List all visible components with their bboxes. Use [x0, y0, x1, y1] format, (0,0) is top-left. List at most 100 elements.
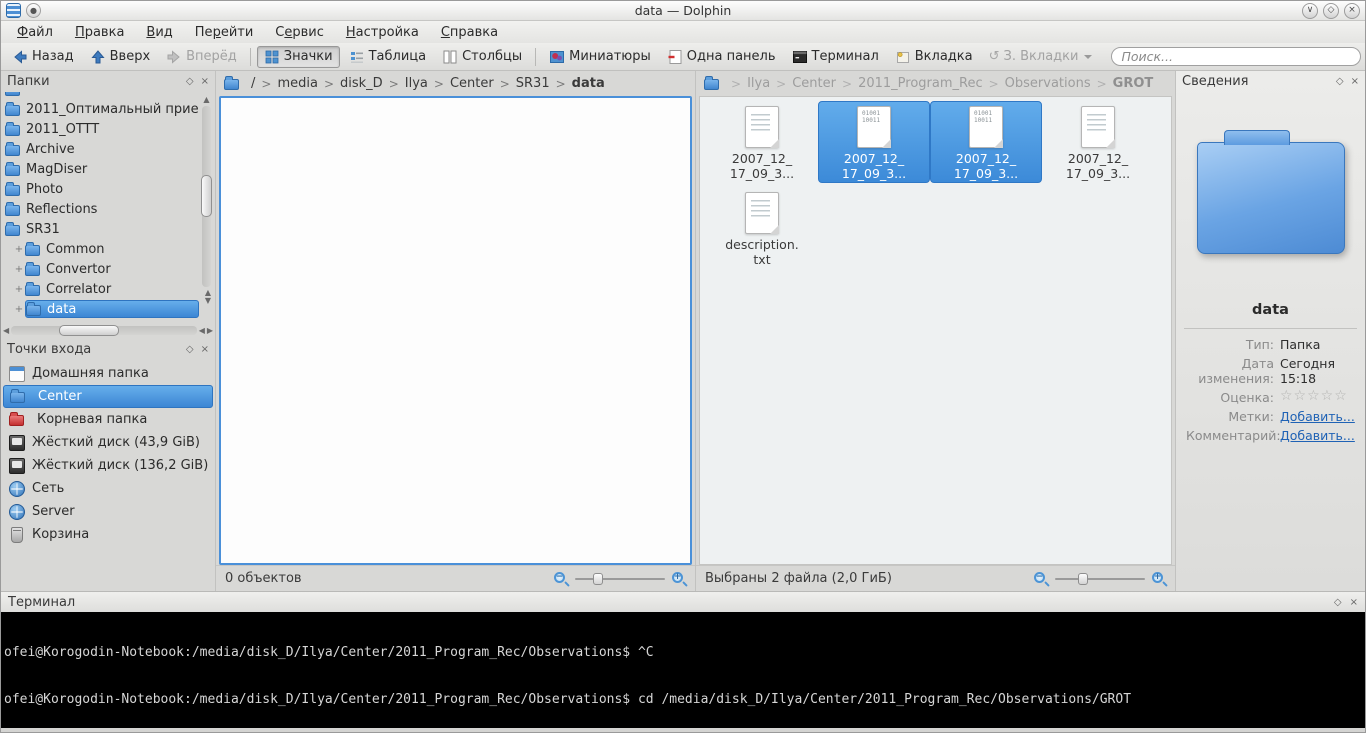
place-harddisk-1[interactable]: Жёсткий диск (43,9 GiB) — [3, 431, 213, 454]
rating-stars[interactable]: ☆☆☆☆☆ — [1280, 390, 1355, 405]
tree-row[interactable]: Reflections — [5, 199, 199, 219]
close-button[interactable]: × — [1344, 3, 1360, 19]
tree-row[interactable]: 2011_OTTT — [5, 119, 199, 139]
scrollbar-thumb[interactable] — [201, 175, 212, 217]
breadcrumb-current[interactable]: data — [572, 76, 605, 91]
close-panel-icon[interactable]: × — [1351, 76, 1359, 87]
place-harddisk-2[interactable]: Жёсткий диск (136,2 GiB) — [3, 454, 213, 477]
window-menu-button[interactable]: ● — [26, 3, 41, 18]
window-title: data — Dolphin — [126, 3, 1240, 18]
tree-row-selected[interactable]: +data — [5, 299, 199, 319]
breadcrumb-item[interactable]: disk_D — [340, 76, 383, 91]
tree-row[interactable]: MagDiser — [5, 159, 199, 179]
maximize-button[interactable]: ◇ — [1323, 3, 1339, 19]
place-root[interactable]: Корневая папка — [3, 408, 213, 431]
breadcrumb-item[interactable]: Observations — [1005, 76, 1091, 91]
folder-icon — [5, 185, 20, 196]
close-panel-icon[interactable]: × — [1350, 597, 1358, 608]
single-panel-button[interactable]: Одна панель — [660, 46, 783, 68]
breadcrumb-item[interactable]: media — [277, 76, 318, 91]
menu-file[interactable]: Файл — [7, 23, 63, 42]
folder-icon — [5, 92, 20, 96]
icons-view-icon — [264, 49, 280, 65]
zoom-out-icon[interactable]: − — [554, 572, 568, 586]
detach-panel-icon[interactable]: ◇ — [186, 76, 194, 87]
file-item-selected[interactable]: 01001 10011 2007_12_ 17_09_3... — [818, 101, 930, 183]
tree-row[interactable]: 2011_Оптимальный прием — [5, 99, 199, 119]
zoom-slider[interactable] — [575, 572, 665, 586]
breadcrumb-item[interactable]: Center — [450, 76, 494, 91]
scroll-up-icon[interactable]: ▲ — [203, 95, 209, 104]
search-input[interactable] — [1111, 47, 1361, 66]
detach-panel-icon[interactable]: ◇ — [186, 344, 194, 355]
scroll-right-icon[interactable]: ▶ — [207, 326, 213, 335]
table-view-button[interactable]: Таблица — [342, 46, 434, 68]
close-panel-icon[interactable]: × — [201, 76, 209, 87]
close-panel-icon[interactable]: × — [201, 344, 209, 355]
place-trash[interactable]: Корзина — [3, 523, 213, 546]
detach-panel-icon[interactable]: ◇ — [1336, 76, 1344, 87]
place-home[interactable]: Домашняя папка — [3, 362, 213, 385]
file-item[interactable]: 2007_12_ 17_09_3... — [1042, 101, 1154, 183]
zoom-slider[interactable] — [1055, 572, 1145, 586]
folders-vertical-scrollbar[interactable]: ▲ — [200, 95, 213, 289]
back-button[interactable]: Назад — [5, 46, 81, 68]
breadcrumb-item[interactable]: 2011_Program_Rec — [858, 76, 983, 91]
shade-button[interactable]: ∨ — [1302, 3, 1318, 19]
scroll-left-icon[interactable]: ◀ — [199, 326, 205, 335]
expander-icon[interactable]: + — [13, 264, 25, 275]
tree-row[interactable]: +Correlator — [5, 279, 199, 299]
place-network[interactable]: Сеть — [3, 477, 213, 500]
menu-settings[interactable]: Настройка — [336, 23, 429, 42]
expander-icon[interactable]: + — [13, 304, 25, 315]
breadcrumb-item[interactable]: / — [251, 76, 255, 91]
add-comment-link[interactable]: Добавить... — [1280, 428, 1355, 443]
file-item[interactable]: description. txt — [706, 187, 818, 269]
menu-view[interactable]: Вид — [136, 23, 182, 42]
right-folder-view[interactable]: 2007_12_ 17_09_3... 01001 10011 2007_12_… — [699, 96, 1172, 565]
scroll-left-icon[interactable]: ◀ — [3, 326, 9, 335]
tree-row[interactable]: SR31 — [5, 219, 199, 239]
terminal-button[interactable]: Терминал — [785, 46, 886, 68]
tree-row[interactable]: Archive — [5, 139, 199, 159]
breadcrumb-current[interactable]: GROT — [1113, 76, 1154, 91]
up-button[interactable]: Вверх — [83, 46, 158, 68]
icons-view-button[interactable]: Значки — [257, 46, 340, 68]
closed-tabs-button[interactable]: ↺ З. Вкладки — [982, 46, 1100, 67]
tree-row[interactable]: +Common — [5, 239, 199, 259]
columns-view-button[interactable]: Столбцы — [435, 46, 529, 68]
menu-edit[interactable]: Правка — [65, 23, 134, 42]
file-item[interactable]: 2007_12_ 17_09_3... — [706, 101, 818, 183]
menu-go[interactable]: Перейти — [185, 23, 264, 42]
tree-row[interactable]: Photo — [5, 179, 199, 199]
place-center[interactable]: Center — [3, 385, 213, 408]
folders-scroll-arrows[interactable]: ▲▼ — [205, 289, 211, 305]
breadcrumb-item[interactable]: Ilya — [747, 76, 770, 91]
forward-button[interactable]: Вперёд — [159, 46, 244, 68]
terminal-screen[interactable]: ofei@Korogodin-Notebook:/media/disk_D/Il… — [1, 612, 1365, 728]
thumbnails-button[interactable]: Миниатюры — [542, 46, 658, 68]
menu-help[interactable]: Справка — [431, 23, 508, 42]
breadcrumb-item[interactable]: Center — [792, 76, 836, 91]
menu-tools[interactable]: Сервис — [265, 23, 334, 42]
breadcrumb-item[interactable]: SR31 — [516, 76, 550, 91]
new-tab-button[interactable]: Вкладка — [888, 46, 980, 68]
breadcrumb-separator: > — [731, 77, 741, 91]
zoom-slider-handle[interactable] — [593, 573, 603, 585]
expander-icon[interactable]: + — [13, 284, 25, 295]
scrollbar-thumb[interactable] — [59, 325, 118, 336]
place-server[interactable]: Server — [3, 500, 213, 523]
zoom-slider-handle[interactable] — [1078, 573, 1088, 585]
folder-icon — [5, 165, 20, 176]
detach-panel-icon[interactable]: ◇ — [1334, 597, 1342, 608]
zoom-in-icon[interactable]: + — [672, 572, 686, 586]
expander-icon[interactable]: + — [13, 244, 25, 255]
tree-row[interactable]: +Convertor — [5, 259, 199, 279]
breadcrumb-item[interactable]: Ilya — [405, 76, 428, 91]
add-tags-link[interactable]: Добавить... — [1280, 409, 1355, 424]
zoom-in-icon[interactable]: + — [1152, 572, 1166, 586]
left-folder-view[interactable] — [219, 96, 692, 565]
folders-horizontal-scrollbar[interactable]: ◀ ◀ ▶ — [3, 324, 213, 337]
file-item-selected[interactable]: 01001 10011 2007_12_ 17_09_3... — [930, 101, 1042, 183]
zoom-out-icon[interactable]: − — [1034, 572, 1048, 586]
